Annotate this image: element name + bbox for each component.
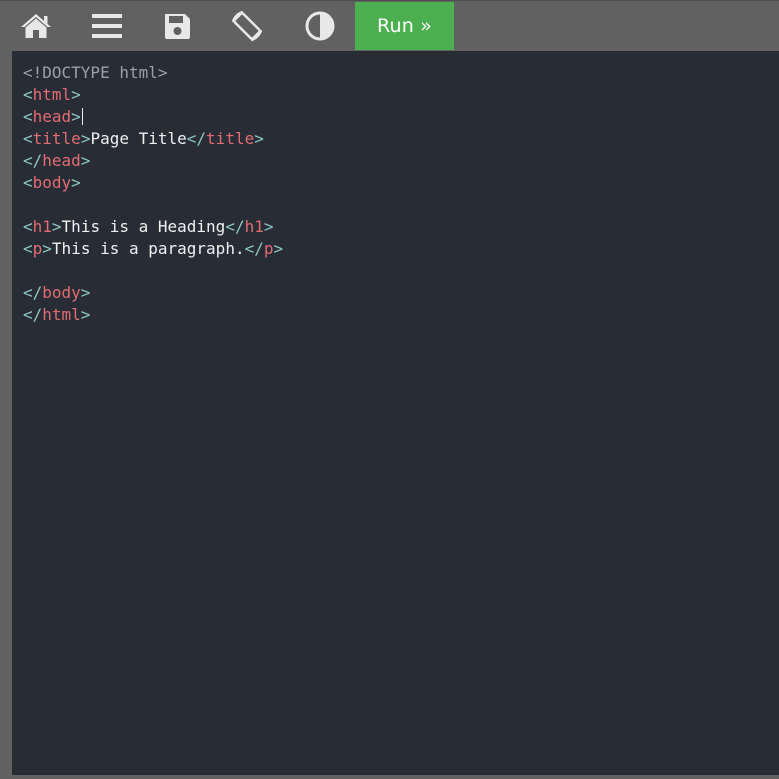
menu-icon <box>92 14 122 38</box>
code-line: <body> <box>23 173 81 192</box>
code-line: <head> <box>23 107 83 126</box>
menu-button[interactable] <box>88 1 126 51</box>
contrast-icon <box>305 11 335 41</box>
rotate-button[interactable] <box>227 1 267 51</box>
code-line: </head> <box>23 151 91 170</box>
run-button[interactable]: Run » <box>355 2 454 50</box>
home-button[interactable] <box>17 1 55 51</box>
code-line: <p>This is a paragraph.</p> <box>23 239 284 258</box>
save-button[interactable] <box>158 1 196 51</box>
code-line: <h1>This is a Heading</h1> <box>23 217 274 236</box>
code-editor[interactable]: <!DOCTYPE html> <html> <head> <title>Page T… <box>12 51 779 775</box>
code-line: <!DOCTYPE html> <box>23 63 168 82</box>
code-line: <html> <box>23 85 81 104</box>
save-icon <box>165 14 190 39</box>
code-line: </html> <box>23 305 91 324</box>
theme-toggle-button[interactable] <box>301 1 339 51</box>
code-lines: <!DOCTYPE html> <html> <head> <title>Page T… <box>23 62 779 326</box>
rotate-icon <box>231 10 263 42</box>
code-editor-app: Run » <!DOCTYPE html> <html> <head> <title>… <box>0 0 779 779</box>
toolbar: Run » <box>0 0 779 50</box>
code-line: <title>Page Title</title> <box>23 129 264 148</box>
home-icon <box>21 14 51 38</box>
text-cursor <box>81 108 83 125</box>
code-line: </body> <box>23 283 91 302</box>
